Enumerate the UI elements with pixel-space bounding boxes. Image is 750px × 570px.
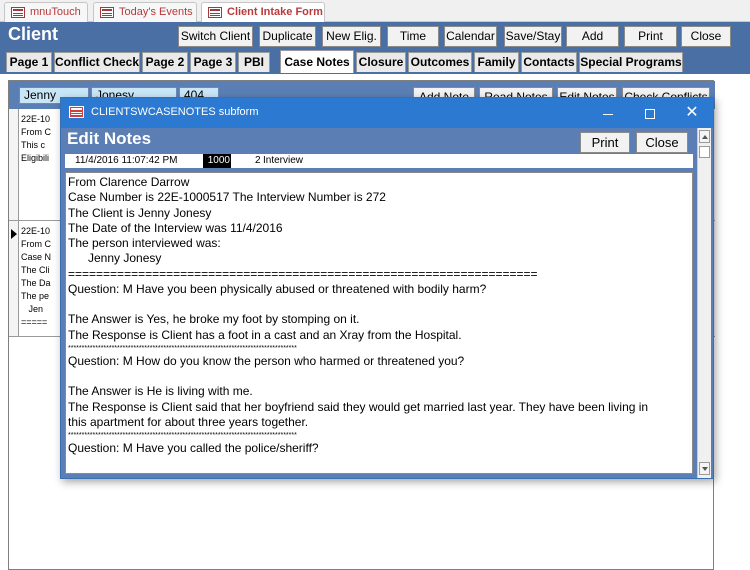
minimize-button[interactable] bbox=[587, 98, 629, 128]
add-button[interactable]: Add bbox=[566, 26, 619, 47]
doc-tab-label: mnuTouch bbox=[30, 6, 81, 18]
scroll-up-button[interactable] bbox=[699, 130, 710, 143]
notes-text-area[interactable]: From Clarence Darrow Case Number is 22E-… bbox=[65, 172, 693, 474]
close-window-button[interactable]: ✕ bbox=[671, 98, 713, 128]
current-record-arrow-icon bbox=[11, 229, 17, 239]
record-text: 22E-10 From C Case N The Cli The Da The pe Je… bbox=[21, 226, 52, 327]
popup-print-button[interactable]: Print bbox=[580, 132, 630, 153]
minimize-icon bbox=[603, 113, 613, 115]
print-button[interactable]: Print bbox=[624, 26, 677, 47]
note-line: The Response is Client has a foot in a c… bbox=[68, 327, 462, 342]
note-line: The Client is Jenny Jonesy bbox=[68, 205, 212, 220]
edit-notes-body: Edit Notes Print Close 11/4/2016 11:07:4… bbox=[61, 128, 713, 478]
doc-tab-todays-events[interactable]: Today's Events bbox=[93, 2, 197, 22]
duplicate-button[interactable]: Duplicate bbox=[259, 26, 316, 47]
note-line: The Date of the Interview was 11/4/2016 bbox=[68, 220, 283, 235]
record-selector[interactable] bbox=[9, 109, 19, 220]
edit-notes-heading: Edit Notes bbox=[67, 129, 152, 148]
doc-tab-label: Today's Events bbox=[119, 6, 193, 18]
tab-closure[interactable]: Closure bbox=[356, 52, 406, 72]
note-line: The Answer is Yes, he broke my foot by s… bbox=[68, 312, 360, 327]
record-text: 22E-10 From C This c Eligibili bbox=[21, 114, 51, 163]
window-titlebar[interactable]: CLIENTSWCASENOTES subform ✕ bbox=[61, 98, 713, 128]
maximize-icon bbox=[645, 109, 655, 120]
note-line: Question: M How do you know the person w… bbox=[68, 353, 465, 368]
form-title: Client bbox=[8, 24, 59, 44]
tab-page-2[interactable]: Page 2 bbox=[142, 52, 188, 72]
note-date-field[interactable]: 11/4/2016 11:07:42 PM bbox=[75, 154, 178, 168]
note-line: ****************************************… bbox=[68, 344, 297, 352]
note-line: The Answer is He is living with me. bbox=[68, 384, 253, 399]
new-elig-button[interactable]: New Elig. bbox=[322, 26, 381, 47]
note-line: The person interviewed was: bbox=[68, 236, 221, 251]
form-icon bbox=[208, 7, 222, 18]
doc-tab-client-intake-form[interactable]: Client Intake Form bbox=[201, 2, 325, 23]
form-icon bbox=[69, 106, 84, 118]
scroll-down-button[interactable] bbox=[699, 462, 710, 475]
form-icon bbox=[100, 7, 114, 18]
note-code-field[interactable]: 1000 bbox=[203, 154, 231, 168]
note-line: From Clarence Darrow bbox=[68, 175, 190, 189]
tab-special-programs[interactable]: Special Programs bbox=[579, 52, 683, 72]
switch-client-button[interactable]: Switch Client bbox=[178, 26, 253, 47]
window-title: CLIENTSWCASENOTES subform bbox=[91, 106, 259, 118]
time-button[interactable]: Time bbox=[387, 26, 439, 47]
tab-page-3[interactable]: Page 3 bbox=[190, 52, 236, 72]
tab-contacts[interactable]: Contacts bbox=[521, 52, 577, 72]
scroll-thumb[interactable] bbox=[699, 146, 710, 158]
note-line: ****************************************… bbox=[68, 432, 297, 440]
note-number-field[interactable]: 2 bbox=[255, 154, 261, 168]
note-line: Jenny Jonesy bbox=[68, 251, 162, 266]
edit-notes-window: CLIENTSWCASENOTES subform ✕ Edit Notes P… bbox=[60, 97, 714, 479]
scroll-down-icon bbox=[702, 467, 708, 471]
note-line: Question: M Have you called the police/s… bbox=[68, 441, 319, 456]
tab-page-1[interactable]: Page 1 bbox=[6, 52, 52, 72]
maximize-button[interactable] bbox=[629, 98, 671, 128]
note-line: this apartment for about three years tog… bbox=[68, 414, 309, 429]
document-tab-bar: mnuTouch Today's Events Client Intake Fo… bbox=[0, 0, 750, 23]
close-icon: ✕ bbox=[685, 104, 699, 121]
note-line bbox=[68, 297, 692, 312]
tab-conflict-check[interactable]: Conflict Check bbox=[54, 52, 140, 72]
calendar-button[interactable]: Calendar bbox=[444, 26, 497, 47]
note-line bbox=[68, 369, 692, 384]
tab-case-notes[interactable]: Case Notes bbox=[280, 50, 354, 73]
note-line: ========================================… bbox=[68, 266, 538, 281]
note-line: The Response is Client said that her boy… bbox=[68, 399, 649, 414]
tab-pbi[interactable]: PBI bbox=[238, 52, 270, 72]
note-info-row: 11/4/2016 11:07:42 PM 1000 2 Interview bbox=[65, 154, 693, 168]
close-button[interactable]: Close bbox=[681, 26, 731, 47]
scroll-up-icon bbox=[702, 135, 708, 139]
notes-scrollbar[interactable] bbox=[697, 128, 711, 478]
popup-close-button[interactable]: Close bbox=[636, 132, 688, 153]
note-type-field[interactable]: Interview bbox=[263, 154, 303, 168]
doc-tab-mnutouch[interactable]: mnuTouch bbox=[4, 2, 88, 22]
save-stay-button[interactable]: Save/Stay bbox=[504, 26, 562, 47]
record-selector[interactable] bbox=[9, 221, 19, 336]
tab-outcomes[interactable]: Outcomes bbox=[408, 52, 472, 72]
form-icon bbox=[11, 7, 25, 18]
doc-tab-label: Client Intake Form bbox=[227, 6, 323, 18]
tab-family[interactable]: Family bbox=[474, 52, 519, 72]
note-line: Case Number is 22E-1000517 The Interview… bbox=[68, 190, 386, 205]
note-line: Question: M Have you been physically abu… bbox=[68, 282, 487, 297]
